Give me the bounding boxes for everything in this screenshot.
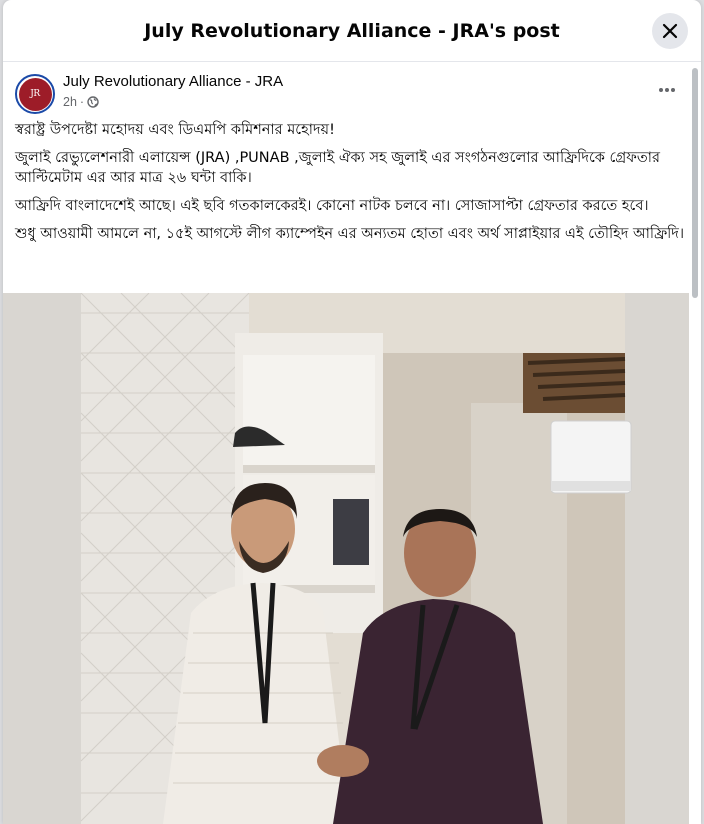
post-options-button[interactable] (655, 80, 679, 100)
close-button[interactable] (652, 13, 688, 49)
modal-title: July Revolutionary Alliance - JRA's post (144, 19, 560, 42)
post-paragraph: শুধু আওয়ামী আমলে না, ১৫ই আগস্টে লীগ ক্য… (15, 226, 685, 242)
post-meta: July Revolutionary Alliance - JRA 2h · (63, 72, 283, 109)
post-text: স্বরাষ্ট্র উপদেষ্টা মহোদয় এবং ডিএমপি কম… (3, 120, 701, 244)
post-paragraph: আফ্রিদি বাংলাদেশেই আছে। এই ছবি গতকালকেরই… (15, 198, 649, 214)
post-modal: July Revolutionary Alliance - JRA's post… (3, 0, 701, 824)
close-icon (662, 23, 678, 39)
avatar-logo: JR (18, 77, 52, 111)
more-horizontal-icon (659, 88, 675, 92)
post-header: JR July Revolutionary Alliance - JRA 2h … (3, 62, 701, 120)
modal-header: July Revolutionary Alliance - JRA's post (3, 0, 701, 62)
post-timestamp[interactable]: 2h (63, 95, 77, 109)
separator-dot: · (79, 95, 85, 109)
post-paragraph: স্বরাষ্ট্র উপদেষ্টা মহোদয় এবং ডিএমপি কম… (15, 122, 335, 138)
scrollbar-thumb[interactable] (692, 68, 698, 298)
page-name-link[interactable]: July Revolutionary Alliance - JRA (63, 72, 283, 92)
modal-body[interactable]: JR July Revolutionary Alliance - JRA 2h … (3, 62, 701, 824)
post-time-row: 2h · (63, 95, 283, 109)
post-photo[interactable] (3, 293, 689, 824)
post-paragraph: জুলাই রেভ্যুলেশনারী এলায়েন্স (JRA) ,PUN… (15, 150, 660, 186)
globe-icon[interactable] (87, 96, 99, 108)
avatar[interactable]: JR (15, 74, 55, 114)
photo-scene (3, 293, 689, 824)
